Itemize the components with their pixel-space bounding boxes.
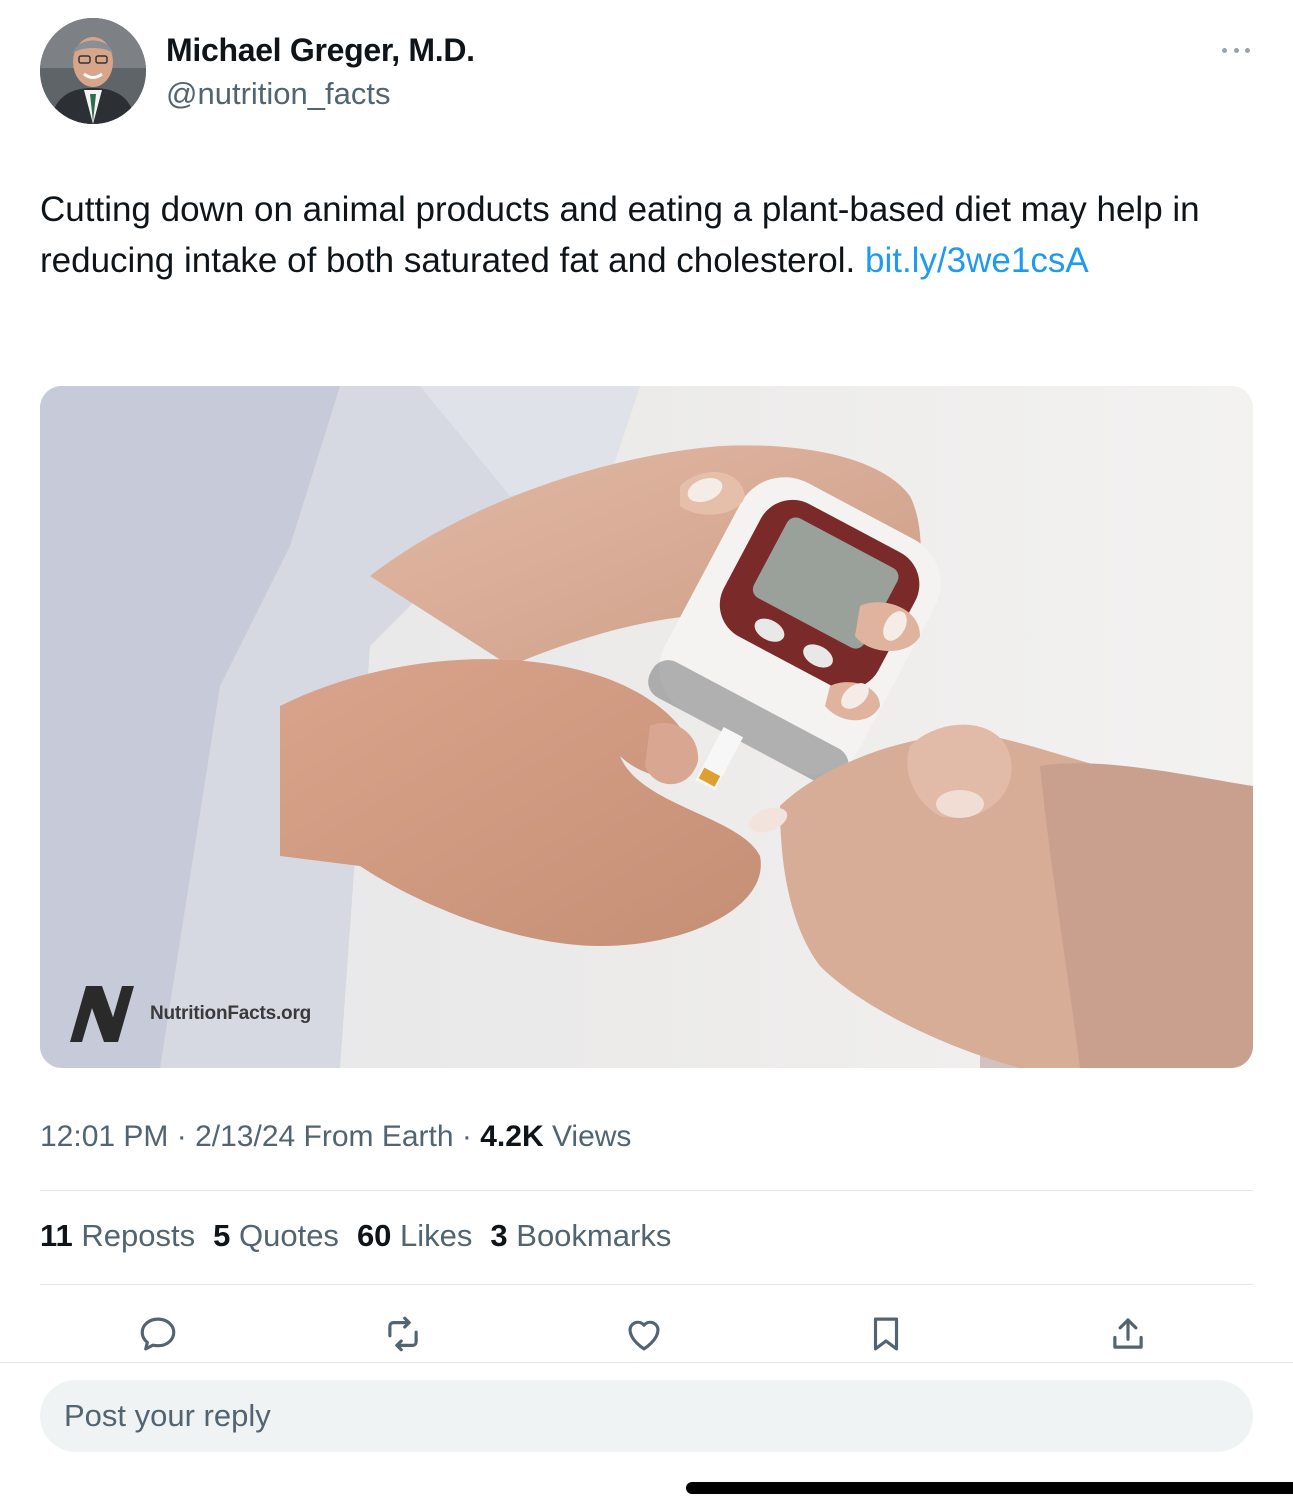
author-name[interactable]: Michael Greger, M.D. xyxy=(166,32,475,69)
meta-separator: · xyxy=(168,1120,196,1153)
divider xyxy=(40,1284,1253,1285)
watermark-text: NutritionFacts.org xyxy=(150,1003,312,1024)
reply-input[interactable] xyxy=(40,1380,1253,1452)
tweet-time[interactable]: 12:01 PM xyxy=(40,1120,168,1153)
more-options-icon[interactable] xyxy=(1218,38,1254,62)
reply-icon[interactable] xyxy=(136,1312,180,1356)
quotes-label: Quotes xyxy=(230,1218,339,1253)
reply-box[interactable] xyxy=(40,1380,1253,1452)
bookmark-icon[interactable] xyxy=(864,1312,908,1356)
repost-icon[interactable] xyxy=(381,1312,425,1356)
tweet-image[interactable] xyxy=(40,386,1253,1068)
bookmarks-count: 3 xyxy=(490,1218,508,1253)
likes-stat[interactable]: 60 Likes xyxy=(357,1218,472,1254)
tweet-text: Cutting down on animal products and eati… xyxy=(40,184,1220,286)
author-handle[interactable]: @nutrition_facts xyxy=(166,76,390,112)
tweet-link[interactable]: bit.ly/​3we1csA xyxy=(865,241,1089,280)
quotes-count: 5 xyxy=(213,1218,231,1253)
meta-separator: · xyxy=(453,1120,481,1153)
watermark: NutritionFacts.org xyxy=(70,986,311,1042)
bookmarks-label: Bookmarks xyxy=(507,1218,672,1253)
tweet-date[interactable]: 2/13/24 xyxy=(195,1120,295,1153)
reposts-stat[interactable]: 11 Reposts xyxy=(40,1218,195,1254)
home-indicator xyxy=(686,1482,1293,1494)
nutritionfacts-logo-icon xyxy=(70,986,134,1042)
avatar[interactable] xyxy=(40,18,146,124)
likes-label: Likes xyxy=(391,1218,473,1253)
tweet-meta: 12:01 PM · 2/13/24 From Earth · 4.2K Vie… xyxy=(40,1120,631,1154)
bookmarks-stat[interactable]: 3 Bookmarks xyxy=(490,1218,671,1254)
reposts-label: Reposts xyxy=(72,1218,196,1253)
reposts-count: 11 xyxy=(40,1218,73,1253)
like-icon[interactable] xyxy=(622,1312,666,1356)
engagement-stats: 11 Reposts 5 Quotes 60 Likes 3 Bookmarks xyxy=(40,1218,671,1254)
divider xyxy=(40,1190,1253,1191)
views-count: 4.2K xyxy=(480,1120,544,1153)
share-icon[interactable] xyxy=(1106,1312,1150,1356)
divider xyxy=(0,1362,1293,1363)
quotes-stat[interactable]: 5 Quotes xyxy=(213,1218,339,1254)
views-label: Views xyxy=(543,1120,632,1153)
tweet-source: From Earth xyxy=(295,1120,454,1153)
likes-count: 60 xyxy=(356,1218,392,1253)
tweet-detail-page: Michael Greger, M.D. @nutrition_facts Cu… xyxy=(0,0,1293,1508)
